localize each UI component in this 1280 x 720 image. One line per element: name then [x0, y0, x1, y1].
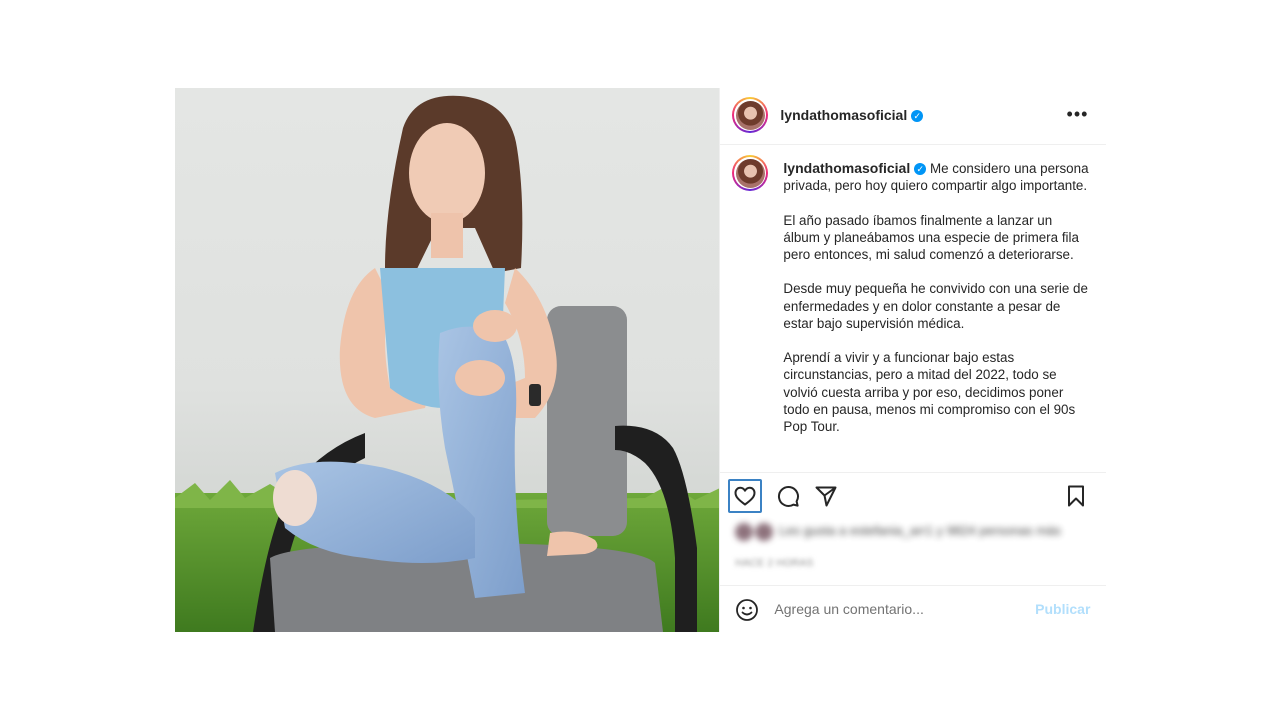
- share-button[interactable]: [809, 479, 843, 513]
- save-button[interactable]: [1059, 479, 1093, 513]
- post-header: lyndathomasoficial ✓ •••: [720, 88, 1107, 145]
- liker-avatar: [755, 522, 774, 541]
- comment-icon: [778, 485, 800, 507]
- likes-text: Les gusta a estefania_arr1 y 9824 person…: [779, 523, 1061, 538]
- paper-plane-icon: [815, 486, 837, 507]
- author-avatar[interactable]: [732, 97, 769, 133]
- author-username[interactable]: lyndathomasoficial: [780, 107, 907, 123]
- verified-badge-icon: ✓: [911, 109, 924, 122]
- author-name-row: lyndathomasoficial ✓: [780, 107, 924, 125]
- post-date: HACE 2 HORAS: [735, 558, 814, 569]
- publish-button[interactable]: Publicar: [1035, 601, 1090, 617]
- caption-paragraph-3: Desde muy pequeña he convivido con una s…: [783, 281, 1088, 331]
- comment-bar: Publicar: [720, 585, 1107, 633]
- caption-paragraph-2: El año pasado íbamos finalmente a lanzar…: [783, 212, 1079, 262]
- action-bar: [720, 472, 1107, 519]
- caption-area: lyndathomasoficial ✓ Me considero una per…: [720, 145, 1106, 471]
- caption-author-avatar[interactable]: [732, 155, 769, 191]
- comment-input[interactable]: [774, 598, 1015, 620]
- liker-avatar: [735, 522, 754, 541]
- photo-illustration: [175, 95, 720, 632]
- instagram-post: lyndathomasoficial ✓ ••• lyndathomasofici…: [175, 88, 1107, 633]
- post-side-panel: lyndathomasoficial ✓ ••• lyndathomasofici…: [719, 88, 1107, 633]
- post-caption: lyndathomasoficial ✓ Me considero una per…: [783, 160, 1089, 452]
- post-photo[interactable]: [175, 88, 720, 632]
- heart-icon: [734, 486, 756, 506]
- comment-button[interactable]: [771, 479, 805, 513]
- bookmark-icon: [1068, 485, 1085, 507]
- likes-summary[interactable]: Les gusta a estefania_arr1 y 9824 person…: [735, 522, 1075, 541]
- caption-paragraph-4: Aprendí a vivir y a funcionar bajo estas…: [783, 350, 1076, 434]
- smiley-icon[interactable]: [735, 598, 759, 622]
- caption-username[interactable]: lyndathomasoficial: [783, 160, 910, 176]
- caption-verified-badge-icon: ✓: [914, 163, 927, 176]
- more-options-button[interactable]: •••: [1067, 105, 1089, 123]
- like-button[interactable]: [728, 479, 763, 513]
